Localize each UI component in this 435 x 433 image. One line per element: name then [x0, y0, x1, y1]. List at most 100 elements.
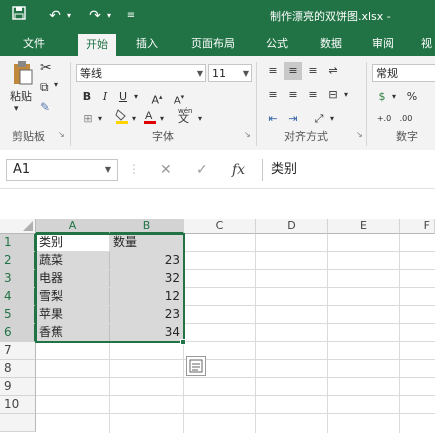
tab-insert[interactable]: 插入 — [130, 32, 164, 56]
row-header[interactable]: 4 — [0, 288, 36, 306]
merge-dropdown-icon[interactable]: ▾ — [342, 86, 350, 104]
row-header[interactable] — [0, 414, 36, 432]
orientation-dropdown-icon[interactable]: ▾ — [328, 110, 336, 128]
increase-font-label: A — [151, 93, 159, 107]
save-icon[interactable] — [10, 6, 28, 26]
cancel-icon[interactable]: ✕ — [160, 162, 172, 178]
row-header[interactable]: 6 — [0, 324, 36, 342]
merge-center-icon[interactable]: ⊟ — [324, 86, 342, 104]
cut-icon[interactable]: ✂ — [40, 60, 52, 76]
tab-review[interactable]: 审阅 — [366, 32, 400, 56]
format-painter-icon[interactable]: ✎ — [40, 100, 50, 114]
row-header[interactable]: 2 — [0, 252, 36, 270]
wrap-text-icon[interactable]: ⇌ — [324, 62, 342, 80]
column-header-d[interactable]: D — [256, 219, 328, 234]
divider — [70, 62, 71, 146]
percent-button[interactable]: % — [404, 88, 420, 106]
row-header[interactable]: 7 — [0, 342, 36, 360]
column-header-b[interactable]: B — [110, 219, 184, 234]
fill-color-icon[interactable] — [114, 108, 130, 126]
name-box[interactable]: A1 ▼ — [6, 159, 118, 181]
name-box-value: A1 — [13, 162, 31, 177]
ribbon-home: 粘贴 ▾ ✂ ⧉ ▾ ✎ 剪贴板 ↘ 等线 ▼ 11 ▼ B I U ▾ A▴ … — [0, 56, 435, 151]
customize-icon[interactable]: ≡ — [124, 6, 138, 26]
increase-indent-icon[interactable]: ⇥ — [284, 110, 302, 128]
align-middle-icon[interactable]: ≡ — [284, 62, 302, 80]
undo-dropdown-icon[interactable]: ▾ — [64, 6, 74, 26]
select-all-button[interactable] — [0, 219, 36, 234]
row-header[interactable]: 10 — [0, 396, 36, 414]
group-label-clipboard: 剪贴板 — [12, 130, 45, 143]
column-header-f[interactable]: F — [400, 219, 435, 234]
phonetic-char: 文 — [178, 112, 189, 125]
ribbon-tabs: 文件 开始 插入 页面布局 公式 数据 审阅 视 — [0, 32, 435, 56]
formula-bar: A1 ▼ ⋮ ✕ ✓ fx 类别 — [0, 150, 435, 189]
title-bar: ↶ ▾ ↷ ▾ ≡ 制作漂亮的双饼图.xlsx - — [0, 0, 435, 32]
bold-button[interactable]: B — [80, 88, 94, 106]
chevron-down-icon: ▼ — [242, 69, 249, 78]
row-header[interactable]: 1 — [0, 234, 36, 252]
insert-function-button[interactable]: fx — [232, 162, 245, 178]
borders-dropdown-icon[interactable]: ▾ — [96, 110, 104, 128]
italic-button[interactable]: I — [98, 88, 112, 106]
paste-icon[interactable] — [12, 60, 34, 89]
fill-handle[interactable] — [180, 339, 186, 345]
tab-data[interactable]: 数据 — [314, 32, 348, 56]
clipboard-launcher-icon[interactable]: ↘ — [58, 130, 65, 139]
increase-decimal-icon[interactable]: +.0 — [374, 110, 394, 128]
decrease-decimal-icon[interactable]: .00 — [396, 110, 416, 128]
row-header[interactable]: 8 — [0, 360, 36, 378]
redo-icon[interactable]: ↷ — [86, 6, 104, 26]
font-color-icon[interactable]: A — [142, 108, 158, 126]
orientation-icon[interactable]: ⤢ — [310, 110, 328, 128]
tab-page-layout[interactable]: 页面布局 — [182, 32, 244, 56]
phonetic-icon[interactable]: wén 文 — [174, 107, 196, 126]
paste-button[interactable]: 粘贴 — [10, 88, 32, 104]
underline-button[interactable]: U — [116, 88, 130, 106]
accounting-dropdown-icon[interactable]: ▾ — [390, 88, 398, 106]
tab-home[interactable]: 开始 — [78, 34, 116, 56]
align-center-icon[interactable]: ≡ — [284, 86, 302, 104]
formula-input[interactable]: 类别 — [262, 159, 435, 181]
row-header[interactable]: 3 — [0, 270, 36, 288]
enter-icon[interactable]: ✓ — [196, 162, 208, 178]
quick-analysis-icon — [189, 359, 203, 373]
align-right-icon[interactable]: ≡ — [304, 86, 322, 104]
column-header-c[interactable]: C — [184, 219, 256, 234]
svg-text:A: A — [145, 110, 153, 122]
window-title: 制作漂亮的双饼图.xlsx - — [270, 10, 391, 23]
phonetic-dropdown-icon[interactable]: ▾ — [196, 110, 204, 128]
align-left-icon[interactable]: ≡ — [264, 86, 282, 104]
decrease-indent-icon[interactable]: ⇤ — [264, 110, 282, 128]
row-header[interactable]: 5 — [0, 306, 36, 324]
copy-icon[interactable]: ⧉ — [40, 80, 49, 95]
font-name-combo[interactable]: 等线 ▼ — [76, 64, 206, 82]
tab-file[interactable]: 文件 — [16, 32, 52, 56]
font-size-combo[interactable]: 11 ▼ — [208, 64, 252, 82]
group-label-number: 数字 — [396, 130, 418, 143]
number-format-combo[interactable]: 常规 — [372, 64, 435, 82]
tab-view[interactable]: 视 — [418, 32, 435, 56]
font-color-dropdown-icon[interactable]: ▾ — [158, 110, 166, 128]
row-header[interactable]: 9 — [0, 378, 36, 396]
alignment-launcher-icon[interactable]: ↘ — [356, 130, 363, 139]
redo-dropdown-icon[interactable]: ▾ — [104, 6, 114, 26]
column-header-a[interactable]: A — [36, 219, 110, 234]
chevron-down-icon: ▼ — [104, 165, 111, 174]
column-header-e[interactable]: E — [328, 219, 400, 234]
borders-icon[interactable]: ⊞ — [80, 110, 96, 128]
tab-formulas[interactable]: 公式 — [260, 32, 294, 56]
accounting-format-icon[interactable]: $ — [374, 88, 390, 106]
underline-dropdown-icon[interactable]: ▾ — [132, 88, 140, 106]
align-top-icon[interactable]: ≡ — [264, 62, 282, 80]
fill-color-dropdown-icon[interactable]: ▾ — [130, 110, 138, 128]
quick-analysis-button[interactable] — [186, 356, 206, 376]
increase-font-button[interactable]: A▴ — [150, 88, 164, 107]
align-bottom-icon[interactable]: ≡ — [304, 62, 322, 80]
divider — [366, 62, 367, 146]
font-launcher-icon[interactable]: ↘ — [244, 130, 251, 139]
copy-dropdown-icon[interactable]: ▾ — [54, 80, 58, 89]
more-icon: ⋮ — [128, 162, 140, 176]
paste-dropdown-icon[interactable]: ▾ — [14, 104, 19, 114]
undo-icon[interactable]: ↶ — [46, 6, 64, 26]
